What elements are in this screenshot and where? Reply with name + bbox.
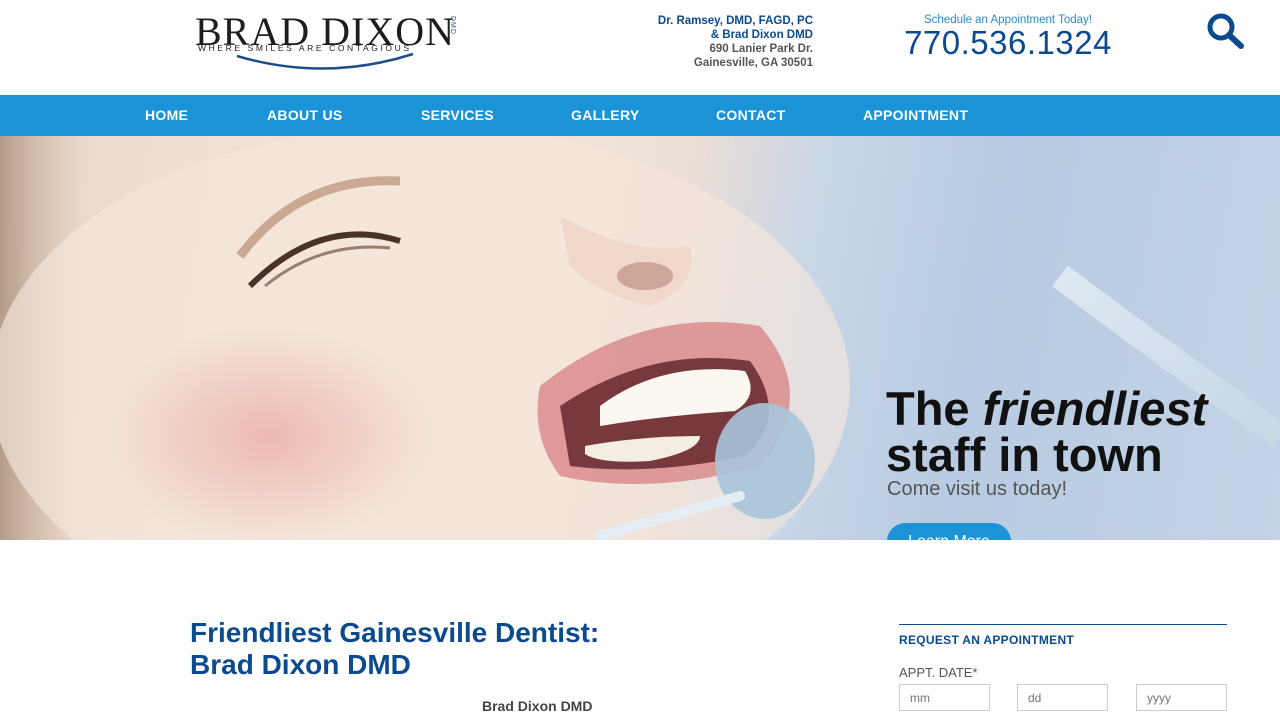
hero-banner: The friendliest staff in town Come visit… [0,136,1280,540]
appt-month-input[interactable] [899,684,990,711]
site-header: BRAD DIXON Where Smiles Are Contagious D… [0,0,1280,95]
hero-title-line2: staff in town [886,428,1163,481]
appointment-form-title: REQUEST AN APPOINTMENT [899,633,1075,647]
office-address: Dr. Ramsey, DMD, FAGD, PC & Brad Dixon D… [658,14,813,70]
content-subtitle: Brad Dixon DMD [482,698,593,714]
main-nav: HOME ABOUT US SERVICES GALLERY CONTACT A… [0,95,1280,136]
address-line-4: Gainesville, GA 30501 [693,57,813,69]
address-line-1: Dr. Ramsey, DMD, FAGD, PC [657,15,813,27]
logo[interactable]: BRAD DIXON Where Smiles Are Contagious D… [195,12,460,70]
nav-contact[interactable]: CONTACT [716,95,786,136]
page-title-line2: Brad Dixon DMD [190,649,411,680]
appt-year-input[interactable] [1136,684,1227,711]
address-line-3: 690 Lanier Park Dr. [709,43,813,55]
nav-home[interactable]: HOME [145,95,188,136]
appointment-form: REQUEST AN APPOINTMENT APPT. DATE* [899,624,1227,711]
logo-tagline: Where Smiles Are Contagious [198,43,412,53]
search-icon [1207,13,1244,49]
address-line-2: & Brad Dixon DMD [710,29,813,41]
nav-about-us[interactable]: ABOUT US [267,95,343,136]
nav-gallery[interactable]: GALLERY [571,95,639,136]
phone-number-link[interactable]: 770.536.1324 [898,26,1118,60]
search-button[interactable] [1205,12,1247,52]
hero-subtitle: Come visit us today! [887,478,1068,500]
appt-date-label: APPT. DATE* [899,665,978,680]
page-title: Friendliest Gainesville Dentist: Brad Di… [190,617,599,681]
nav-appointment[interactable]: APPOINTMENT [863,95,968,136]
logo-suffix: DMD [449,16,456,35]
learn-more-button[interactable]: Learn More [887,523,1011,540]
page-title-line1: Friendliest Gainesville Dentist: [190,617,600,648]
appt-day-input[interactable] [1017,684,1108,711]
phone-block: Schedule an Appointment Today! 770.536.1… [898,14,1118,60]
hero-title: The friendliest staff in town [886,385,1207,481]
nav-services[interactable]: SERVICES [421,95,494,136]
